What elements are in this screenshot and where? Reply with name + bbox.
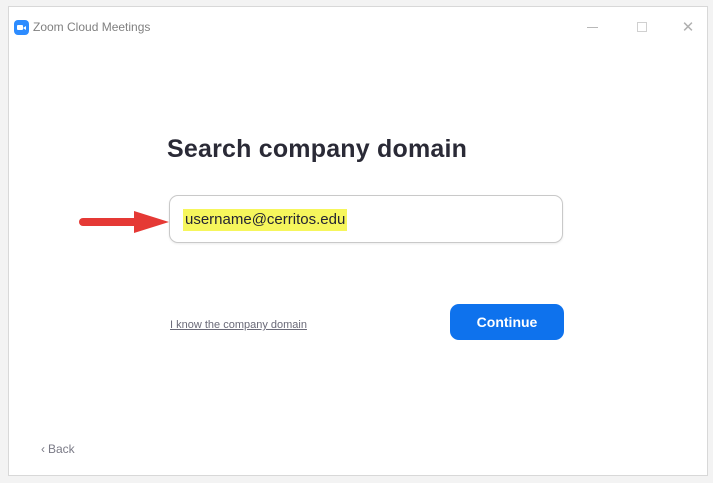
back-label: Back [48,442,75,456]
back-button[interactable]: ‹ Back [41,442,75,456]
close-icon: ✕ [681,19,695,36]
company-domain-input[interactable]: username@cerritos.edu [169,195,563,243]
continue-button[interactable]: Continue [450,304,564,340]
close-button[interactable]: ✕ [673,15,703,39]
page-title: Search company domain [167,135,468,163]
title-bar: Zoom Cloud Meetings ✕ [9,7,707,47]
know-company-domain-link[interactable]: I know the company domain [170,319,307,331]
maximize-button[interactable] [627,15,657,39]
minimize-button[interactable] [577,15,607,39]
zoom-camera-icon [14,20,29,35]
domain-input-value: username@cerritos.edu [183,209,348,231]
zoom-window: Zoom Cloud Meetings ✕ Search company dom… [8,6,708,476]
chevron-left-icon: ‹ [41,442,45,456]
red-arrow-right-icon [79,211,169,233]
minimize-icon [586,26,598,28]
maximize-icon [637,22,647,32]
window-title: Zoom Cloud Meetings [33,20,151,34]
